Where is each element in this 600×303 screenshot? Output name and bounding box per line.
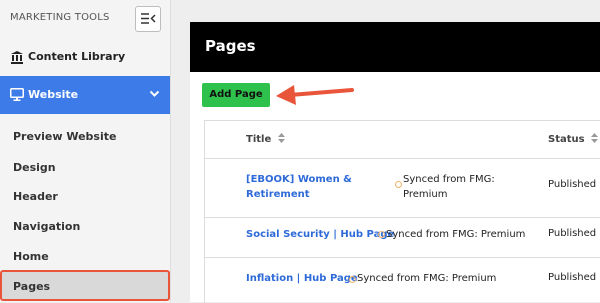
sort-icon	[591, 133, 599, 143]
publish-status: Published	[548, 272, 597, 283]
page-title-link[interactable]: [EBOOK] Women & Retirement	[246, 172, 352, 202]
add-page-button[interactable]: Add Page	[202, 83, 270, 107]
page-title-link[interactable]: Inflation | Hub Page	[246, 271, 358, 286]
sync-icon	[378, 231, 385, 238]
sync-icon	[395, 181, 402, 188]
sync-status: Synced from FMG: Premium	[386, 229, 526, 240]
row-divider	[205, 217, 600, 218]
page-title: Pages	[205, 37, 256, 55]
sidebar-item-header[interactable]: Header	[0, 184, 170, 210]
pointer-arrow-icon	[276, 85, 354, 105]
sidebar-item-label: Preview Website	[13, 130, 117, 143]
monitor-icon	[10, 88, 24, 101]
sidebar-item-home[interactable]: Home	[0, 244, 170, 270]
sidebar-item-pages[interactable]: Pages	[0, 270, 170, 301]
sidebar-item-label: Header	[13, 190, 58, 203]
sidebar-item-content-library[interactable]: Content Library	[0, 40, 170, 76]
row-divider	[205, 257, 600, 258]
page-header: Pages	[190, 22, 600, 72]
sidebar: MARKETING TOOLS Content Library Website	[0, 0, 171, 302]
sidebar-item-label: Pages	[13, 280, 51, 293]
sync-status: Synced from FMG: Premium	[357, 273, 497, 284]
library-icon	[11, 51, 23, 64]
chevron-down-icon[interactable]	[149, 90, 160, 98]
column-header-title[interactable]: Title	[246, 133, 285, 145]
sidebar-header: MARKETING TOOLS	[0, 0, 170, 38]
sidebar-item-preview-website[interactable]: Preview Website	[0, 124, 170, 150]
sidebar-item-label: Home	[13, 250, 49, 263]
sort-icon	[277, 133, 285, 143]
sidebar-item-label: Design	[13, 161, 56, 174]
sidebar-item-label: Navigation	[13, 220, 81, 233]
publish-status: Published	[548, 228, 597, 239]
collapse-icon	[141, 13, 156, 24]
sync-status: Synced from FMG: Premium	[403, 174, 495, 200]
sidebar-title: MARKETING TOOLS	[10, 12, 110, 23]
page-title-link[interactable]: Social Security | Hub Page	[246, 227, 394, 242]
sidebar-item-design[interactable]: Design	[0, 155, 170, 181]
column-header-status[interactable]: Status	[548, 133, 599, 145]
sidebar-item-label: Website	[28, 88, 79, 101]
sidebar-item-label: Content Library	[28, 50, 126, 63]
pages-panel: Pages Add Page Title Status [EBOOK] Wome…	[190, 22, 600, 303]
publish-status: Published	[548, 179, 597, 190]
sync-icon	[349, 276, 356, 283]
sidebar-item-website[interactable]: Website	[0, 76, 170, 114]
pages-table: Title Status [EBOOK] Women & Retirement …	[204, 120, 600, 303]
collapse-sidebar-button[interactable]	[135, 6, 161, 32]
sidebar-item-navigation[interactable]: Navigation	[0, 214, 170, 240]
row-divider	[205, 158, 600, 159]
